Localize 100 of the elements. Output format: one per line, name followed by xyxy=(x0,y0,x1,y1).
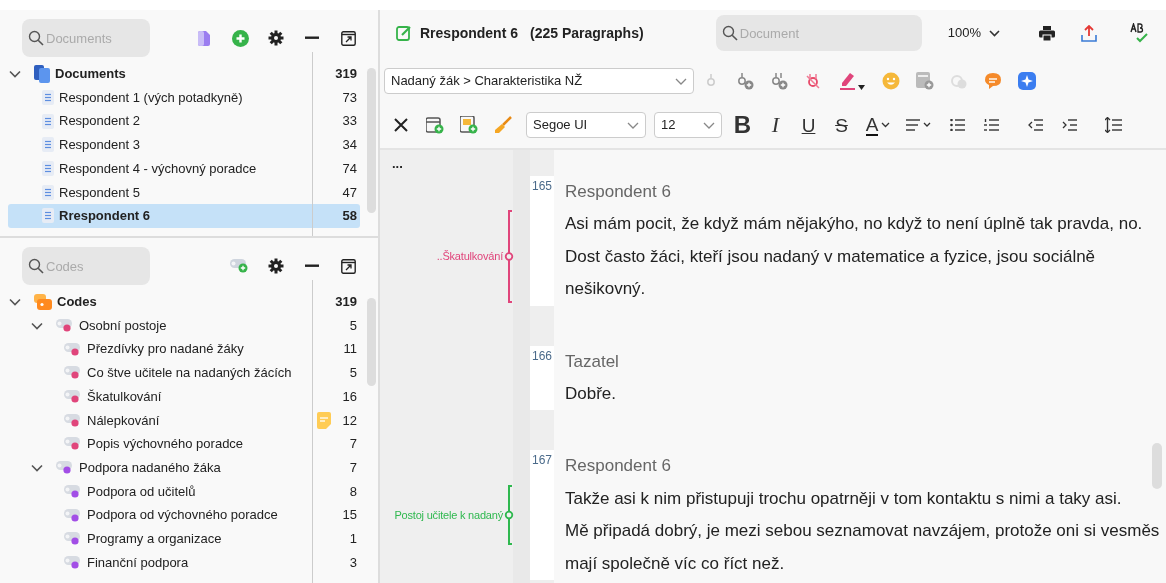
comment-icon xyxy=(984,72,1002,90)
code-label[interactable]: Podpora od výchovného poradce xyxy=(87,505,278,525)
document-label[interactable]: Respondent 5 xyxy=(59,182,140,203)
paragraph-number: 165 xyxy=(532,179,552,193)
code-label[interactable]: Popis výchovného poradce xyxy=(87,434,244,454)
smiley-icon xyxy=(882,72,900,90)
code-label[interactable]: Osobní postoje xyxy=(79,315,167,336)
strikethrough-code-icon xyxy=(804,73,822,89)
search-icon xyxy=(28,30,44,46)
scrollbar-thumb[interactable] xyxy=(367,298,376,386)
zoom-dropdown[interactable]: 100% xyxy=(947,23,1000,43)
strikethrough-button[interactable]: S xyxy=(825,115,858,135)
minimize-icon[interactable] xyxy=(305,264,319,268)
tree-row[interactable]: Respondent 4 - výchovný poradce 74 xyxy=(8,156,360,181)
bullet-list-icon xyxy=(949,119,965,131)
document-label[interactable]: Rrespondent 6 xyxy=(59,206,150,226)
settings-icon[interactable] xyxy=(268,30,284,46)
chevron-icon[interactable] xyxy=(9,69,21,78)
tree-row[interactable]: Rrespondent 6 58 xyxy=(8,204,360,228)
pin-icon xyxy=(705,73,717,89)
search-icon xyxy=(28,258,44,274)
document-icon xyxy=(42,208,54,224)
speaker-name: Respondent 6 xyxy=(565,181,671,203)
scrollbar-thumb[interactable] xyxy=(1152,443,1162,489)
edit-icon xyxy=(396,25,412,41)
print-icon xyxy=(1039,25,1055,41)
codes-icon xyxy=(34,293,52,310)
paragraph-count: 34 xyxy=(342,136,357,155)
add-code-icon[interactable] xyxy=(230,259,250,273)
document-icon xyxy=(42,137,54,153)
code-label[interactable]: Codes xyxy=(57,292,97,312)
font-size-dropdown[interactable]: 12 xyxy=(654,112,722,138)
document-label[interactable]: Documents xyxy=(55,64,126,84)
pin-plus-icon xyxy=(736,72,754,90)
coding-count: 3 xyxy=(349,553,357,572)
code-dropdown[interactable]: Nadaný žák > Charakteristika NŽ xyxy=(384,68,694,94)
paragraph-count: 58 xyxy=(342,207,357,226)
code-label[interactable]: Finanční podpora xyxy=(87,552,189,573)
indent-icon xyxy=(1061,119,1077,131)
paragraph-count: 74 xyxy=(342,159,357,178)
pop-out-icon[interactable] xyxy=(340,258,356,274)
document-icon xyxy=(42,184,54,200)
document-icon xyxy=(42,113,54,129)
italic-button[interactable]: I xyxy=(759,114,792,136)
coding-count: 7 xyxy=(349,435,357,454)
paragraph-count: 47 xyxy=(342,183,357,202)
search-field[interactable]: Codes xyxy=(22,247,150,285)
code-label[interactable]: Nálepkování xyxy=(87,410,160,431)
paragraph-text: Dobře. xyxy=(565,383,617,406)
document-label[interactable]: Respondent 4 - výchovný poradce xyxy=(59,158,257,179)
coding-count: 319 xyxy=(335,293,357,312)
search-field[interactable]: Documents xyxy=(22,19,150,57)
more-button[interactable]: ... xyxy=(392,156,403,171)
code-label[interactable]: ..Škatulkování xyxy=(436,240,503,273)
bold-button[interactable]: B xyxy=(726,113,759,137)
code-label[interactable]: Podpora nadaného žáka xyxy=(79,457,221,478)
search-field[interactable]: Document xyxy=(715,15,922,51)
numbered-list-icon xyxy=(983,119,999,131)
align-icon xyxy=(906,119,932,131)
tree-row[interactable]: Respondent 5 47 xyxy=(8,180,360,205)
chevron-icon xyxy=(627,121,639,129)
coding-count: 5 xyxy=(349,364,357,383)
paragraph-count: 319 xyxy=(335,65,357,84)
document-title: Rrespondent 6 xyxy=(420,23,518,43)
tree-row[interactable]: Respondent 2 33 xyxy=(8,109,360,134)
highlighter-icon xyxy=(839,71,865,91)
code-label[interactable]: Programy a organizace xyxy=(87,528,222,549)
paragraph-text: nešikovný. xyxy=(565,278,646,301)
document-icon[interactable] xyxy=(198,30,210,46)
chevron-icon xyxy=(989,29,1000,37)
font-dropdown[interactable]: Segoe UI xyxy=(526,112,646,138)
minimize-icon[interactable] xyxy=(305,36,319,40)
document-icon xyxy=(42,90,54,106)
chevron-icon[interactable] xyxy=(31,463,43,472)
code-label[interactable]: Přezdívky pro nadané žáky xyxy=(87,339,244,359)
tree-row[interactable]: Respondent 1 (vých potadkyně) 73 xyxy=(8,85,360,110)
coding-count: 1 xyxy=(349,529,357,548)
documents-icon xyxy=(34,64,50,83)
coding-count: 7 xyxy=(349,458,357,477)
document-label[interactable]: Respondent 3 xyxy=(59,135,140,155)
code-label[interactable]: Škatulkování xyxy=(87,386,162,407)
scrollbar-thumb[interactable] xyxy=(367,68,376,213)
font-color-button[interactable]: A xyxy=(858,114,898,136)
tree-row[interactable]: Respondent 3 34 xyxy=(8,133,360,157)
add-icon[interactable] xyxy=(231,29,249,47)
chevron-icon[interactable] xyxy=(9,297,21,306)
document-label[interactable]: Respondent 1 (vých potadkyně) xyxy=(59,87,243,108)
chevron-icon[interactable] xyxy=(31,321,43,330)
caret-icon xyxy=(881,122,891,128)
document-icon xyxy=(42,161,54,177)
document-label[interactable]: Respondent 2 xyxy=(59,111,140,131)
code-label[interactable]: Co štve učitele na nadaných žácích xyxy=(87,363,292,383)
coding-count: 5 xyxy=(349,316,357,335)
settings-icon[interactable] xyxy=(268,258,284,274)
pop-out-icon[interactable] xyxy=(340,30,356,46)
code-label[interactable]: Podpora od učitelů xyxy=(87,481,196,502)
chevron-icon xyxy=(703,121,715,129)
underline-button[interactable]: U xyxy=(792,115,825,135)
paragraph-count: 33 xyxy=(342,112,357,131)
document-plus-icon xyxy=(916,72,934,90)
